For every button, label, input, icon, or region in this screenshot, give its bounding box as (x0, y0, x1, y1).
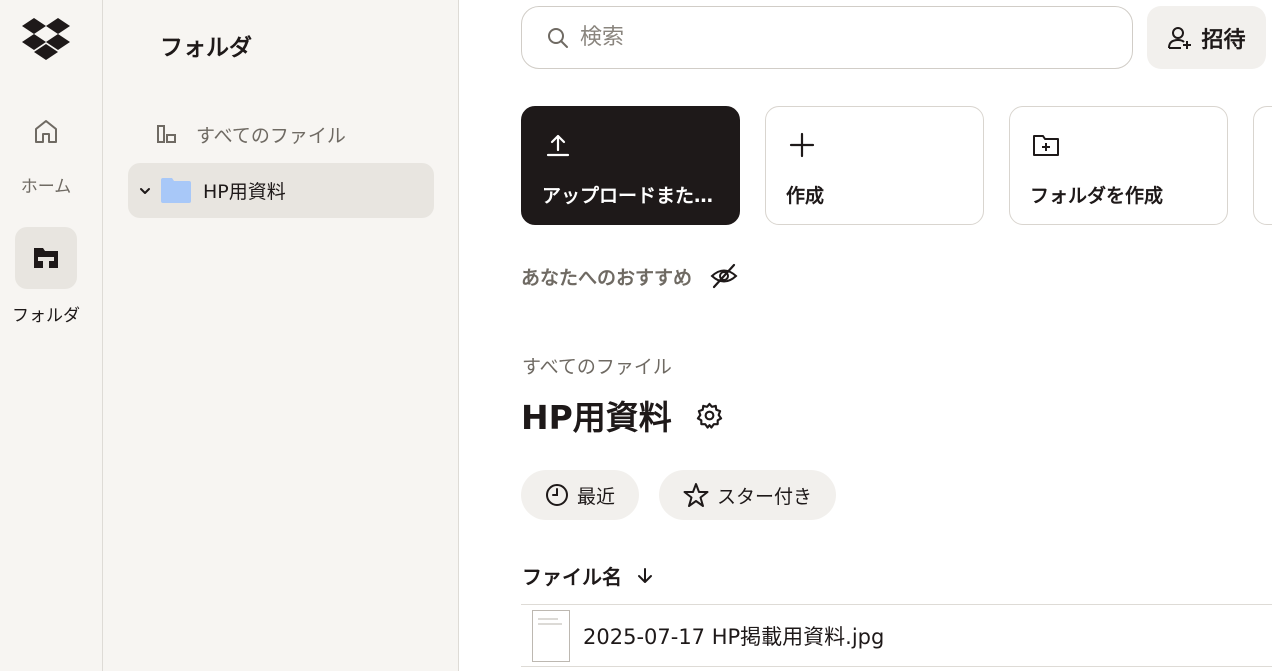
file-name: 2025-07-17 HP掲載用資料.jpg (583, 624, 885, 649)
nav-rail: ホーム フォルダ (0, 0, 103, 671)
folder-rail-icon (34, 248, 58, 268)
person-add-icon (1168, 26, 1192, 49)
folder-icon (161, 178, 191, 203)
rail-folders-tile (15, 227, 77, 289)
file-thumbnail (532, 609, 570, 662)
suggestions-header: あなたへのおすすめ (521, 262, 738, 290)
rail-item-folders[interactable]: フォルダ (0, 227, 92, 326)
page-title: HP用資料 (521, 398, 672, 437)
suggestions-label: あなたへのおすすめ (521, 266, 693, 289)
invite-label: 招待 (1201, 27, 1246, 53)
home-icon (35, 120, 57, 143)
starred-chip-label: スター付き (717, 485, 813, 508)
tree-item-hp-folder[interactable]: HP用資料 (128, 163, 434, 218)
tree-item-all-files[interactable]: すべてのファイル (156, 117, 346, 151)
dropbox-logo[interactable] (21, 16, 71, 60)
invite-button[interactable]: 招待 (1147, 6, 1266, 69)
star-icon (683, 483, 709, 507)
starred-chip[interactable]: スター付き (659, 470, 837, 520)
eye-off-icon[interactable] (710, 262, 738, 290)
rail-folders-label: フォルダ (12, 306, 80, 326)
search-box[interactable] (521, 6, 1133, 69)
new-folder-button[interactable]: フォルダを作成 (1009, 106, 1228, 225)
create-button[interactable]: 作成 (765, 106, 984, 225)
search-input[interactable] (580, 25, 1080, 50)
tree-title: フォルダ (160, 35, 252, 61)
folder-plus-icon (1033, 135, 1059, 156)
plus-icon (789, 132, 815, 158)
create-label: 作成 (786, 185, 825, 207)
rail-item-home[interactable]: ホーム (0, 116, 92, 197)
tree-all-files-label: すべてのファイル (196, 124, 346, 147)
column-name-label: ファイル名 (522, 565, 622, 589)
table-row[interactable]: 2025-07-17 HP掲載用資料.jpg (521, 605, 1272, 667)
chevron-down-icon[interactable] (138, 184, 152, 198)
page-title-row: HP用資料 (521, 391, 723, 439)
gear-icon[interactable] (696, 402, 723, 429)
tree-folder-label: HP用資料 (203, 181, 286, 203)
rail-home-label: ホーム (20, 177, 72, 197)
breadcrumb-all-files[interactable]: すべてのファイル (522, 352, 672, 379)
column-header-name[interactable]: ファイル名 (522, 561, 654, 590)
upload-button[interactable]: アップロードまたは作成 (521, 106, 740, 225)
dropbox-app: ホーム フォルダ フォルダ すべてのファイル HP用資料 検索 招待 アップロー… (0, 0, 1272, 671)
clock-icon (546, 484, 568, 506)
recent-chip-label: 最近 (577, 485, 616, 508)
folder-tree-panel: フォルダ すべてのファイル HP用資料 (103, 0, 459, 671)
search-icon (548, 27, 568, 48)
recent-chip[interactable]: 最近 (521, 470, 640, 520)
arrow-down-icon (638, 567, 652, 583)
main-content: 招待 アップロードまたは作成 作成 フォルダを作成 (459, 0, 1272, 671)
all-files-icon (157, 125, 176, 143)
upload-label: アップロードまたは作成 (542, 185, 727, 207)
new-folder-label: フォルダを作成 (1030, 185, 1164, 207)
more-actions-tile[interactable] (1253, 106, 1272, 225)
upload-icon (546, 134, 570, 157)
